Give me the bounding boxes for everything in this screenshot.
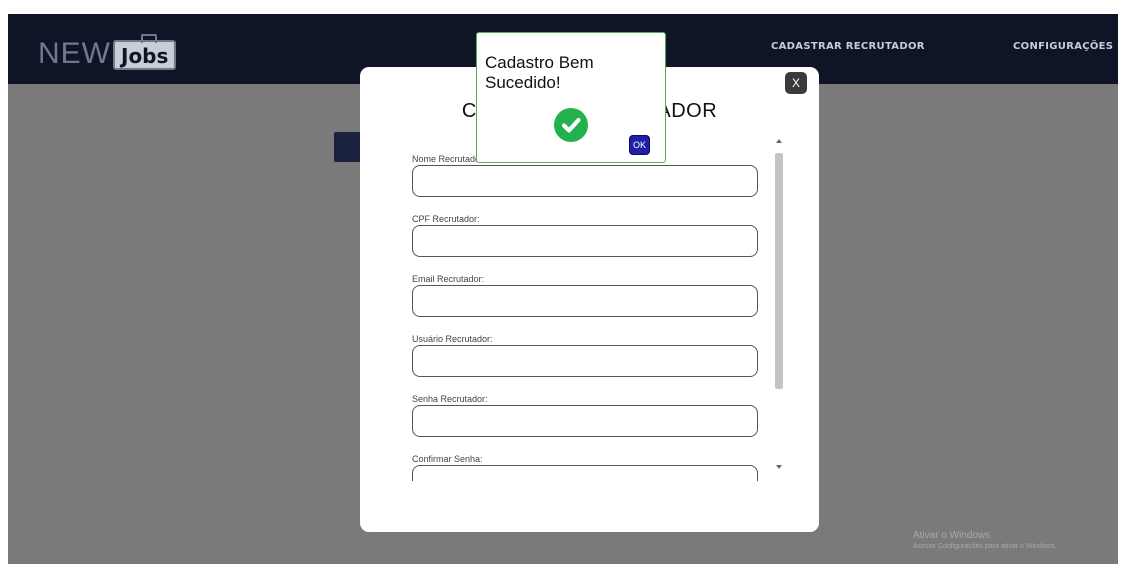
cpf-recrutador-label: CPF Recrutador: — [412, 214, 480, 224]
form-group-email: Email Recrutador: — [412, 271, 762, 331]
watermark-subtitle: Acesse Configurações para ativar o Windo… — [913, 543, 1057, 550]
form-group-usuario: Usuário Recrutador: — [412, 331, 762, 391]
close-modal-button[interactable]: X — [785, 72, 807, 94]
senha-recrutador-input[interactable] — [412, 405, 758, 437]
scroll-down-arrow-icon[interactable] — [776, 465, 782, 469]
email-recrutador-label: Email Recrutador: — [412, 274, 485, 284]
nome-recrutador-input[interactable] — [412, 165, 758, 197]
alert-title: Cadastro Bem Sucedido! — [485, 53, 594, 92]
app-frame: NEW Jobs CADASTRAR RECRUTADOR CONFIGURAÇ… — [8, 14, 1118, 564]
cpf-recrutador-input[interactable] — [412, 225, 758, 257]
email-recrutador-input[interactable] — [412, 285, 758, 317]
watermark-title: Ativar o Windows — [913, 530, 991, 541]
check-circle-icon — [554, 108, 588, 142]
scroll-up-arrow-icon[interactable] — [776, 139, 782, 143]
ok-button[interactable]: OK — [629, 135, 650, 155]
logo[interactable]: NEW Jobs — [38, 30, 177, 70]
register-form: Nome Recrutador: CPF Recrutador: Email R… — [412, 151, 762, 481]
scroll-thumb[interactable] — [775, 153, 783, 389]
logo-new-text: NEW — [38, 37, 111, 70]
windows-activation-watermark: Ativar o Windows Acesse Configurações pa… — [913, 530, 1056, 550]
confirmar-senha-input[interactable] — [412, 465, 758, 481]
usuario-recrutador-input[interactable] — [412, 345, 758, 377]
form-group-senha: Senha Recrutador: — [412, 391, 762, 451]
usuario-recrutador-label: Usuário Recrutador: — [412, 334, 493, 344]
success-alert: Cadastro Bem Sucedido! OK — [476, 32, 666, 163]
form-group-cpf: CPF Recrutador: — [412, 211, 762, 271]
logo-jobs-text: Jobs — [113, 34, 177, 70]
form-scrollbar[interactable] — [775, 139, 783, 469]
senha-recrutador-label: Senha Recrutador: — [412, 394, 488, 404]
nav-link-configuracoes[interactable]: CONFIGURAÇÕES — [1013, 41, 1113, 52]
check-mark-icon — [561, 117, 581, 133]
nav-link-cadastrar-recrutador[interactable]: CADASTRAR RECRUTADOR — [771, 41, 925, 52]
form-group-confirmar-senha: Confirmar Senha: — [412, 451, 762, 481]
confirmar-senha-label: Confirmar Senha: — [412, 454, 483, 464]
